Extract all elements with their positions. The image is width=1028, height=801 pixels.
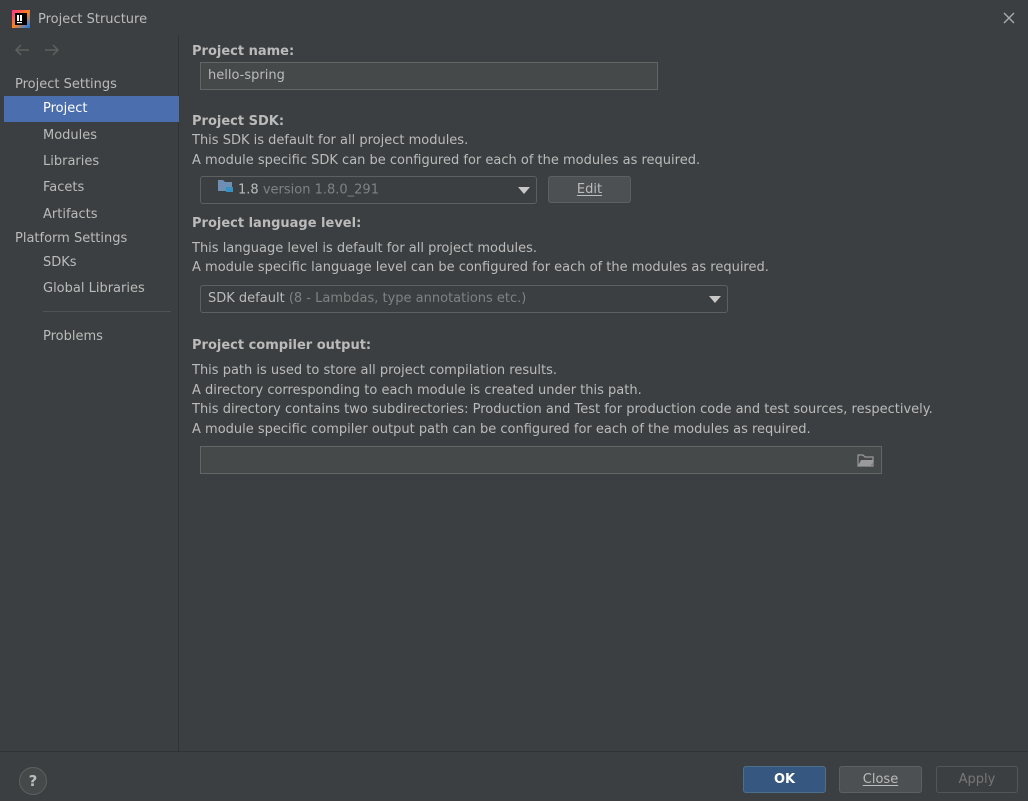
language-level-selected: SDK default	[208, 291, 285, 306]
close-button-label: Close	[862, 772, 899, 787]
chevron-down-icon	[709, 296, 721, 303]
language-level-detail: (8 - Lambdas, type annotations etc.)	[288, 291, 527, 306]
language-level-label: Project language level:	[192, 216, 362, 231]
compiler-output-desc-3: This directory contains two subdirectori…	[192, 402, 933, 417]
language-level-desc-2: A module specific language level can be …	[192, 260, 769, 275]
edit-button-label: Edit	[576, 182, 603, 197]
sidebar: Project Settings Project Modules Librari…	[4, 35, 179, 751]
folder-browse-icon[interactable]	[857, 453, 875, 467]
sidebar-item-modules[interactable]: Modules	[4, 123, 179, 149]
compiler-output-field[interactable]	[200, 446, 882, 474]
dialog-footer: ? OK Close Apply	[0, 751, 1028, 801]
sdk-dropdown[interactable]: 1.8 version 1.8.0_291	[200, 176, 537, 204]
sdk-selected-name: 1.8	[238, 182, 259, 198]
sidebar-item-problems[interactable]: Problems	[4, 324, 179, 350]
main-panel: Project name: hello-spring Project SDK: …	[180, 35, 1028, 751]
window-title: Project Structure	[38, 12, 148, 27]
compiler-output-desc-2: A directory corresponding to each module…	[192, 383, 642, 398]
close-button[interactable]: Close	[839, 766, 922, 793]
arrow-left-icon[interactable]	[13, 43, 31, 57]
language-level-desc-1: This language level is default for all p…	[192, 241, 537, 256]
sidebar-item-artifacts[interactable]: Artifacts	[4, 202, 179, 228]
sidebar-item-facets[interactable]: Facets	[4, 175, 179, 201]
edit-sdk-button[interactable]: Edit	[548, 176, 631, 203]
compiler-output-desc-1: This path is used to store all project c…	[192, 363, 557, 378]
close-icon[interactable]	[1002, 11, 1016, 25]
project-sdk-desc-1: This SDK is default for all project modu…	[192, 133, 469, 148]
compiler-output-desc-4: A module specific compiler output path c…	[192, 422, 811, 437]
sidebar-item-libraries[interactable]: Libraries	[4, 149, 179, 175]
project-settings-header: Project Settings	[15, 77, 117, 92]
help-button[interactable]: ?	[19, 767, 47, 795]
sidebar-item-project[interactable]: Project	[4, 96, 179, 122]
ok-button[interactable]: OK	[743, 766, 826, 793]
sidebar-item-global-libraries[interactable]: Global Libraries	[4, 276, 179, 302]
project-name-label: Project name:	[192, 44, 295, 59]
arrow-right-icon[interactable]	[43, 43, 61, 57]
compiler-output-label: Project compiler output:	[192, 338, 372, 353]
title-bar: Project Structure	[0, 0, 1028, 35]
platform-settings-header: Platform Settings	[15, 231, 128, 246]
language-level-dropdown[interactable]: SDK default (8 - Lambdas, type annotatio…	[200, 285, 728, 313]
chevron-down-icon	[518, 187, 530, 194]
project-sdk-label: Project SDK:	[192, 114, 285, 129]
folder-sdk-icon	[217, 177, 234, 203]
intellij-idea-icon	[11, 9, 31, 29]
sidebar-item-sdks[interactable]: SDKs	[4, 250, 179, 276]
sidebar-divider	[43, 311, 171, 312]
project-name-field[interactable]: hello-spring	[200, 62, 658, 90]
sdk-selected-version: version 1.8.0_291	[262, 182, 379, 198]
project-sdk-desc-2: A module specific SDK can be configured …	[192, 153, 701, 168]
apply-button[interactable]: Apply	[936, 766, 1018, 793]
